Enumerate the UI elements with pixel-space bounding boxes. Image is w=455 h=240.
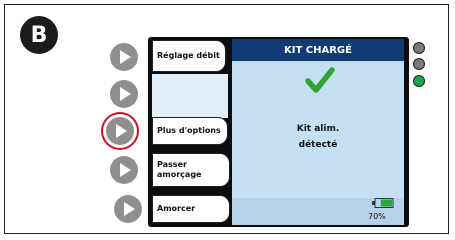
softkey-label: Réglage débit (157, 51, 220, 60)
softkey-label: Plus d'options (157, 126, 221, 135)
step-badge: B (20, 16, 58, 54)
play-button-4[interactable] (110, 156, 138, 184)
indicator-light-1 (413, 42, 425, 54)
battery-percent: 70% (368, 212, 386, 221)
softkey-plus-options[interactable]: Plus d'options (152, 117, 228, 145)
screen-header: KIT CHARGÉ (232, 39, 404, 61)
softkey-reglage-debit[interactable]: Réglage débit (152, 40, 226, 72)
play-icon (124, 202, 135, 216)
softkey-amorcer[interactable]: Amorcer (152, 195, 230, 223)
battery-icon (372, 198, 394, 208)
softkey-empty (152, 74, 228, 118)
play-button-2[interactable] (110, 80, 138, 108)
play-button-5[interactable] (114, 195, 142, 223)
play-icon (120, 50, 131, 64)
softkey-label: Amorcer (157, 204, 196, 213)
play-icon (120, 163, 131, 177)
indicator-light-2 (413, 58, 425, 70)
indicator-light-3 (413, 75, 425, 87)
softkey-label: Passer amorçage (157, 160, 202, 179)
softkey-passer-amorcage[interactable]: Passer amorçage (152, 153, 230, 187)
play-icon (116, 124, 127, 138)
check-icon (305, 67, 335, 93)
play-icon (120, 87, 131, 101)
play-button-1[interactable] (110, 43, 138, 71)
play-button-3-selected[interactable] (106, 117, 134, 145)
message-line-1: Kit alim. (296, 124, 340, 134)
message-line-2: détecté (298, 140, 338, 150)
